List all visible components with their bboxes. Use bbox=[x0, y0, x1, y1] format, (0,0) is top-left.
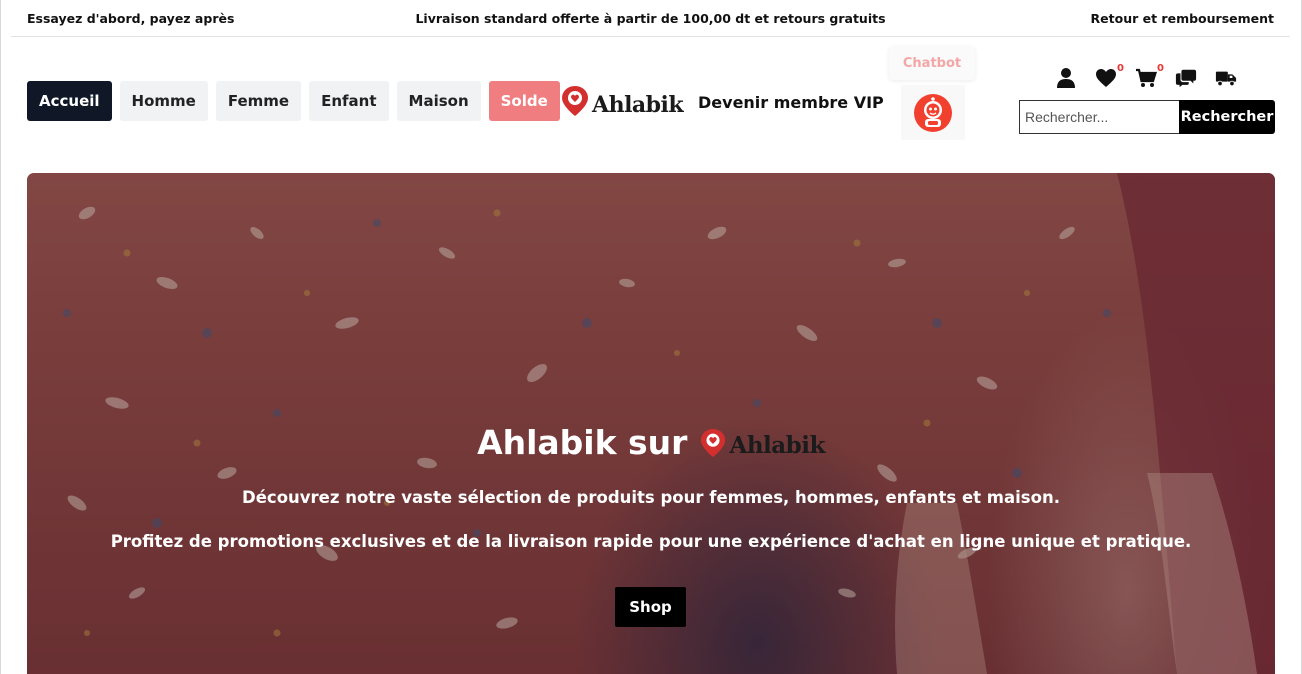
shopping-cart-icon bbox=[1136, 68, 1157, 87]
location-pin-icon bbox=[701, 428, 726, 457]
nav-enfant[interactable]: Enfant bbox=[309, 81, 389, 121]
category-nav: Accueil Homme Femme Enfant Maison Solde bbox=[27, 81, 560, 121]
shop-button[interactable]: Shop bbox=[615, 587, 686, 627]
hero-brand-name: Ahlabik bbox=[729, 431, 825, 459]
returns-link[interactable]: Retour et remboursement bbox=[1091, 11, 1274, 26]
nav-femme[interactable]: Femme bbox=[215, 81, 302, 121]
nav-homme[interactable]: Homme bbox=[119, 81, 208, 121]
cart-count-badge: 0 bbox=[1157, 63, 1164, 74]
search-bar: Rechercher bbox=[1019, 100, 1275, 134]
location-pin-icon bbox=[562, 86, 588, 116]
hero-banner: Ahlabik sur Ahlabik Découvrez notre vast… bbox=[27, 173, 1275, 674]
account-button[interactable] bbox=[1055, 66, 1077, 90]
chatbot-button[interactable] bbox=[901, 85, 965, 140]
search-input[interactable] bbox=[1019, 100, 1179, 134]
cart-button[interactable]: 0 bbox=[1135, 63, 1164, 90]
hero-brand-logo: Ahlabik bbox=[699, 427, 825, 459]
heart-icon bbox=[1096, 69, 1116, 87]
announcement-bar: Essayez d'abord, payez après Livraison s… bbox=[11, 0, 1290, 37]
hero-title-text: Ahlabik sur bbox=[477, 423, 688, 462]
hero-title: Ahlabik sur Ahlabik bbox=[27, 423, 1275, 462]
delivery-truck-icon bbox=[1215, 71, 1237, 87]
robot-icon bbox=[914, 93, 952, 132]
hero-description-2: Profitez de promotions exclusives et de … bbox=[110, 532, 1192, 551]
brand-name: Ahlabik bbox=[592, 92, 684, 118]
nav-maison[interactable]: Maison bbox=[396, 81, 481, 121]
vip-link[interactable]: Devenir membre VIP bbox=[698, 93, 884, 112]
hero-description-1: Découvrez notre vaste sélection de produ… bbox=[242, 488, 1060, 507]
brand-logo[interactable]: Ahlabik bbox=[560, 84, 684, 118]
wishlist-button[interactable]: 0 bbox=[1095, 63, 1124, 90]
chatbot-label[interactable]: Chatbot bbox=[889, 46, 975, 80]
messages-button[interactable] bbox=[1175, 66, 1197, 90]
nav-solde[interactable]: Solde bbox=[488, 81, 560, 121]
header-icons: 0 0 bbox=[1055, 63, 1237, 90]
search-button[interactable]: Rechercher bbox=[1179, 100, 1275, 134]
chat-bubbles-icon bbox=[1175, 69, 1197, 88]
user-icon bbox=[1057, 68, 1075, 88]
wishlist-count-badge: 0 bbox=[1117, 63, 1124, 74]
nav-accueil[interactable]: Accueil bbox=[27, 81, 112, 121]
delivery-tracking-button[interactable] bbox=[1215, 66, 1237, 90]
